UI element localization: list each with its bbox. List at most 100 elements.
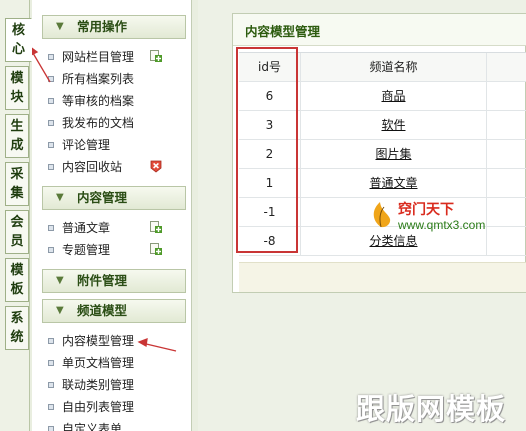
sidebar-item-single-pages[interactable]: 单页文档管理 xyxy=(48,353,188,373)
tab-templates[interactable]: 模 板 xyxy=(5,258,29,302)
sidebar-item-custom-forms[interactable]: 自定义表单 xyxy=(48,419,188,431)
sidebar-item-label: 所有档案列表 xyxy=(62,72,135,86)
tab-modules-char-2: 块 xyxy=(10,90,24,105)
panel-title: 内容模型管理 xyxy=(233,14,526,46)
row-id: 2 xyxy=(239,140,301,169)
section-common-title: 常用操作 xyxy=(77,19,128,34)
row-id: 6 xyxy=(239,82,301,111)
tab-collect-char-1: 采 xyxy=(10,167,24,182)
row-extra xyxy=(487,169,526,198)
sidebar-item-label: 网站栏目管理 xyxy=(62,50,135,64)
bullet-icon xyxy=(48,225,54,231)
bullet-icon xyxy=(48,120,54,126)
sidebar-item-label: 普通文章 xyxy=(62,221,111,235)
row-extra xyxy=(487,82,526,111)
bullet-icon xyxy=(48,247,54,253)
bullet-icon xyxy=(48,76,54,82)
chevron-down-icon: ▼ xyxy=(56,192,64,203)
tab-templates-char-2: 板 xyxy=(10,282,24,297)
sidebar-item-linked-categories[interactable]: 联动类别管理 xyxy=(48,375,188,395)
tab-modules-char-1: 模 xyxy=(10,71,24,86)
table-row: 3 软件 xyxy=(239,111,526,140)
sidebar-item-label: 自由列表管理 xyxy=(62,400,135,414)
bullet-icon xyxy=(48,360,54,366)
add-icon[interactable] xyxy=(150,221,162,233)
sidebar-item-label: 等审核的档案 xyxy=(62,94,135,108)
row-id: -1 xyxy=(239,198,301,227)
sidebar-item-my-documents[interactable]: 我发布的文档 xyxy=(48,113,188,133)
tab-generate-char-1: 生 xyxy=(10,119,24,134)
table-row: 1 普通文章 xyxy=(239,169,526,198)
row-channel-link[interactable]: 软件 xyxy=(301,111,487,140)
section-content-title: 内容管理 xyxy=(77,190,128,205)
column-header-id: id号 xyxy=(239,53,301,82)
sidebar-item-free-lists[interactable]: 自由列表管理 xyxy=(48,397,188,417)
tab-collect-char-2: 集 xyxy=(10,186,24,201)
bullet-icon xyxy=(48,404,54,410)
bullet-icon xyxy=(48,382,54,388)
sidebar-item-label: 专题管理 xyxy=(62,243,111,257)
section-channel-models[interactable]: ▼ 频道模型 xyxy=(42,299,186,323)
section-content-management[interactable]: ▼ 内容管理 xyxy=(42,186,186,210)
add-icon[interactable] xyxy=(150,243,162,255)
table-footer-band xyxy=(239,262,526,292)
sidebar-menu: ▼ 常用操作 网站栏目管理 所有档案列表 等审核的档案 我发布的文档 评论管理 … xyxy=(32,0,192,431)
content-model-panel: 内容模型管理 id号 频道名称 6 商品 3 软件 2 图片集 1 普通文章 -… xyxy=(232,13,526,293)
sidebar-item-recycle-bin[interactable]: 内容回收站 xyxy=(48,157,188,177)
sidebar-item-label: 内容模型管理 xyxy=(62,334,135,348)
row-extra xyxy=(487,111,526,140)
table-row: 2 图片集 xyxy=(239,140,526,169)
tab-system[interactable]: 系 统 xyxy=(5,306,29,350)
sidebar-item-comments[interactable]: 评论管理 xyxy=(48,135,188,155)
leaf-logo-icon xyxy=(373,202,391,228)
sidebar-item-all-archives[interactable]: 所有档案列表 xyxy=(48,69,188,89)
watermark-site-url: www.qmtx3.com xyxy=(398,218,486,232)
tab-generate[interactable]: 生 成 xyxy=(5,114,29,158)
section-channel-title: 频道模型 xyxy=(77,303,128,318)
tab-generate-char-2: 成 xyxy=(10,138,24,153)
row-id: -8 xyxy=(239,227,301,256)
row-id: 3 xyxy=(239,111,301,140)
sidebar-item-label: 联动类别管理 xyxy=(62,378,135,392)
table-header-row: id号 频道名称 xyxy=(239,53,526,82)
tab-core[interactable]: 核 心 xyxy=(5,18,32,62)
watermark-banner: 跟版网模板 xyxy=(356,392,507,426)
row-id: 1 xyxy=(239,169,301,198)
tab-system-char-1: 系 xyxy=(10,311,24,326)
column-header-extra xyxy=(487,53,526,82)
row-channel-link[interactable]: 商品 xyxy=(301,82,487,111)
tab-templates-char-1: 模 xyxy=(10,263,24,278)
bullet-icon xyxy=(48,164,54,170)
sidebar-item-pending-review[interactable]: 等审核的档案 xyxy=(48,91,188,111)
sidebar-item-label: 单页文档管理 xyxy=(62,356,135,370)
row-extra xyxy=(487,140,526,169)
bullet-icon xyxy=(48,142,54,148)
column-header-channel-name: 频道名称 xyxy=(301,53,487,82)
sidebar-item-label: 自定义表单 xyxy=(62,422,123,431)
add-icon[interactable] xyxy=(150,50,162,62)
sidebar-item-content-models[interactable]: 内容模型管理 xyxy=(48,331,188,351)
row-channel-link[interactable]: 普通文章 xyxy=(301,169,487,198)
tab-members-char-2: 员 xyxy=(10,234,24,249)
sidebar-item-label: 内容回收站 xyxy=(62,160,123,174)
section-common-operations[interactable]: ▼ 常用操作 xyxy=(42,15,186,39)
sidebar-item-column-manage[interactable]: 网站栏目管理 xyxy=(48,47,188,67)
tab-system-char-2: 统 xyxy=(10,330,24,345)
watermark-site-name: 窍门天下 xyxy=(398,202,454,218)
tab-members-char-1: 会 xyxy=(10,215,24,230)
delete-icon[interactable] xyxy=(150,160,162,173)
section-attachment-title: 附件管理 xyxy=(77,273,128,288)
sidebar-item-normal-articles[interactable]: 普通文章 xyxy=(48,218,188,238)
section-attachments[interactable]: ▼ 附件管理 xyxy=(42,269,186,293)
sidebar-item-topics[interactable]: 专题管理 xyxy=(48,240,188,260)
sidebar-item-label: 我发布的文档 xyxy=(62,116,135,130)
chevron-down-icon: ▼ xyxy=(56,21,64,32)
tab-core-char-1: 核 xyxy=(11,23,25,38)
tab-collect[interactable]: 采 集 xyxy=(5,162,29,206)
vertical-tab-strip: 核 心 模 块 生 成 采 集 会 员 模 板 系 统 xyxy=(0,0,32,431)
tab-modules[interactable]: 模 块 xyxy=(5,66,29,110)
bullet-icon xyxy=(48,54,54,60)
tab-members[interactable]: 会 员 xyxy=(5,210,29,254)
row-channel-link[interactable]: 图片集 xyxy=(301,140,487,169)
chevron-down-icon: ▼ xyxy=(56,305,64,316)
